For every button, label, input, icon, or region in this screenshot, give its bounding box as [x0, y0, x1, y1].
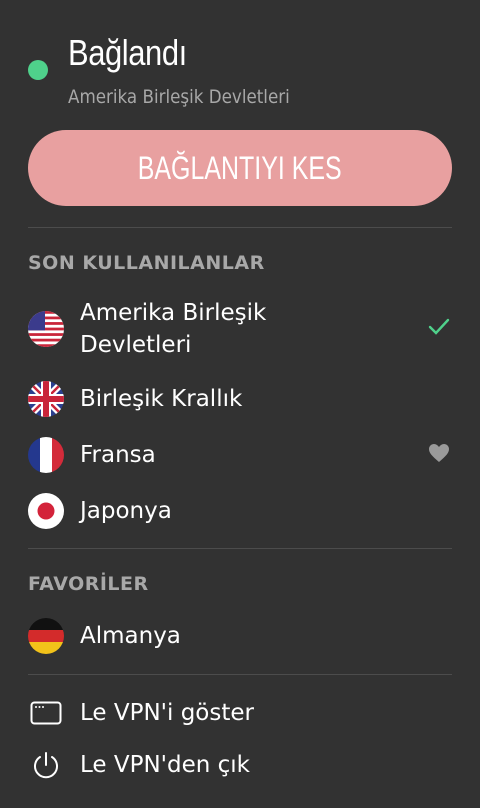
connected-status-dot [28, 60, 48, 80]
quit-vpn-menu-item[interactable]: Le VPN'den çık [28, 746, 452, 784]
divider [28, 548, 452, 549]
window-icon [28, 695, 64, 731]
divider [28, 674, 452, 675]
divider [28, 227, 452, 228]
show-vpn-menu-item[interactable]: Le VPN'i göster [28, 694, 452, 732]
disconnect-button-label: BAĞLANTIYI KES [138, 149, 342, 186]
location-label: Amerika Birleşik Devletleri [80, 300, 267, 358]
show-vpn-label: Le VPN'i göster [80, 700, 254, 726]
location-item-japan[interactable]: Japonya [28, 492, 452, 530]
location-label: Fransa [80, 442, 156, 468]
germany-flag-icon [28, 618, 64, 654]
connection-status: Bağlandı Amerika Birleşik Devletleri [28, 30, 458, 110]
location-item-usa[interactable]: Amerika Birleşik Devletleri [28, 296, 452, 362]
power-icon [28, 747, 64, 783]
checkmark-icon [428, 318, 450, 340]
location-label: Japonya [80, 498, 172, 524]
us-flag-icon [28, 311, 64, 347]
location-item-france[interactable]: Fransa [28, 436, 452, 474]
status-location: Amerika Birleşik Devletleri [68, 86, 290, 108]
japan-flag-icon [28, 493, 64, 529]
location-label: Almanya [80, 623, 181, 649]
quit-vpn-label: Le VPN'den çık [80, 752, 250, 778]
recent-section-title: SON KULLANILANLAR [28, 252, 265, 274]
location-label: Birleşik Krallık [80, 386, 243, 412]
favorites-section-title: FAVORİLER [28, 573, 149, 595]
status-title: Bağlandı [68, 32, 187, 73]
location-item-uk[interactable]: Birleşik Krallık [28, 380, 452, 418]
heart-icon[interactable] [428, 443, 450, 467]
disconnect-button[interactable]: BAĞLANTIYI KES [28, 130, 452, 206]
france-flag-icon [28, 437, 64, 473]
uk-flag-icon [28, 381, 64, 417]
location-item-germany[interactable]: Almanya [28, 617, 452, 655]
